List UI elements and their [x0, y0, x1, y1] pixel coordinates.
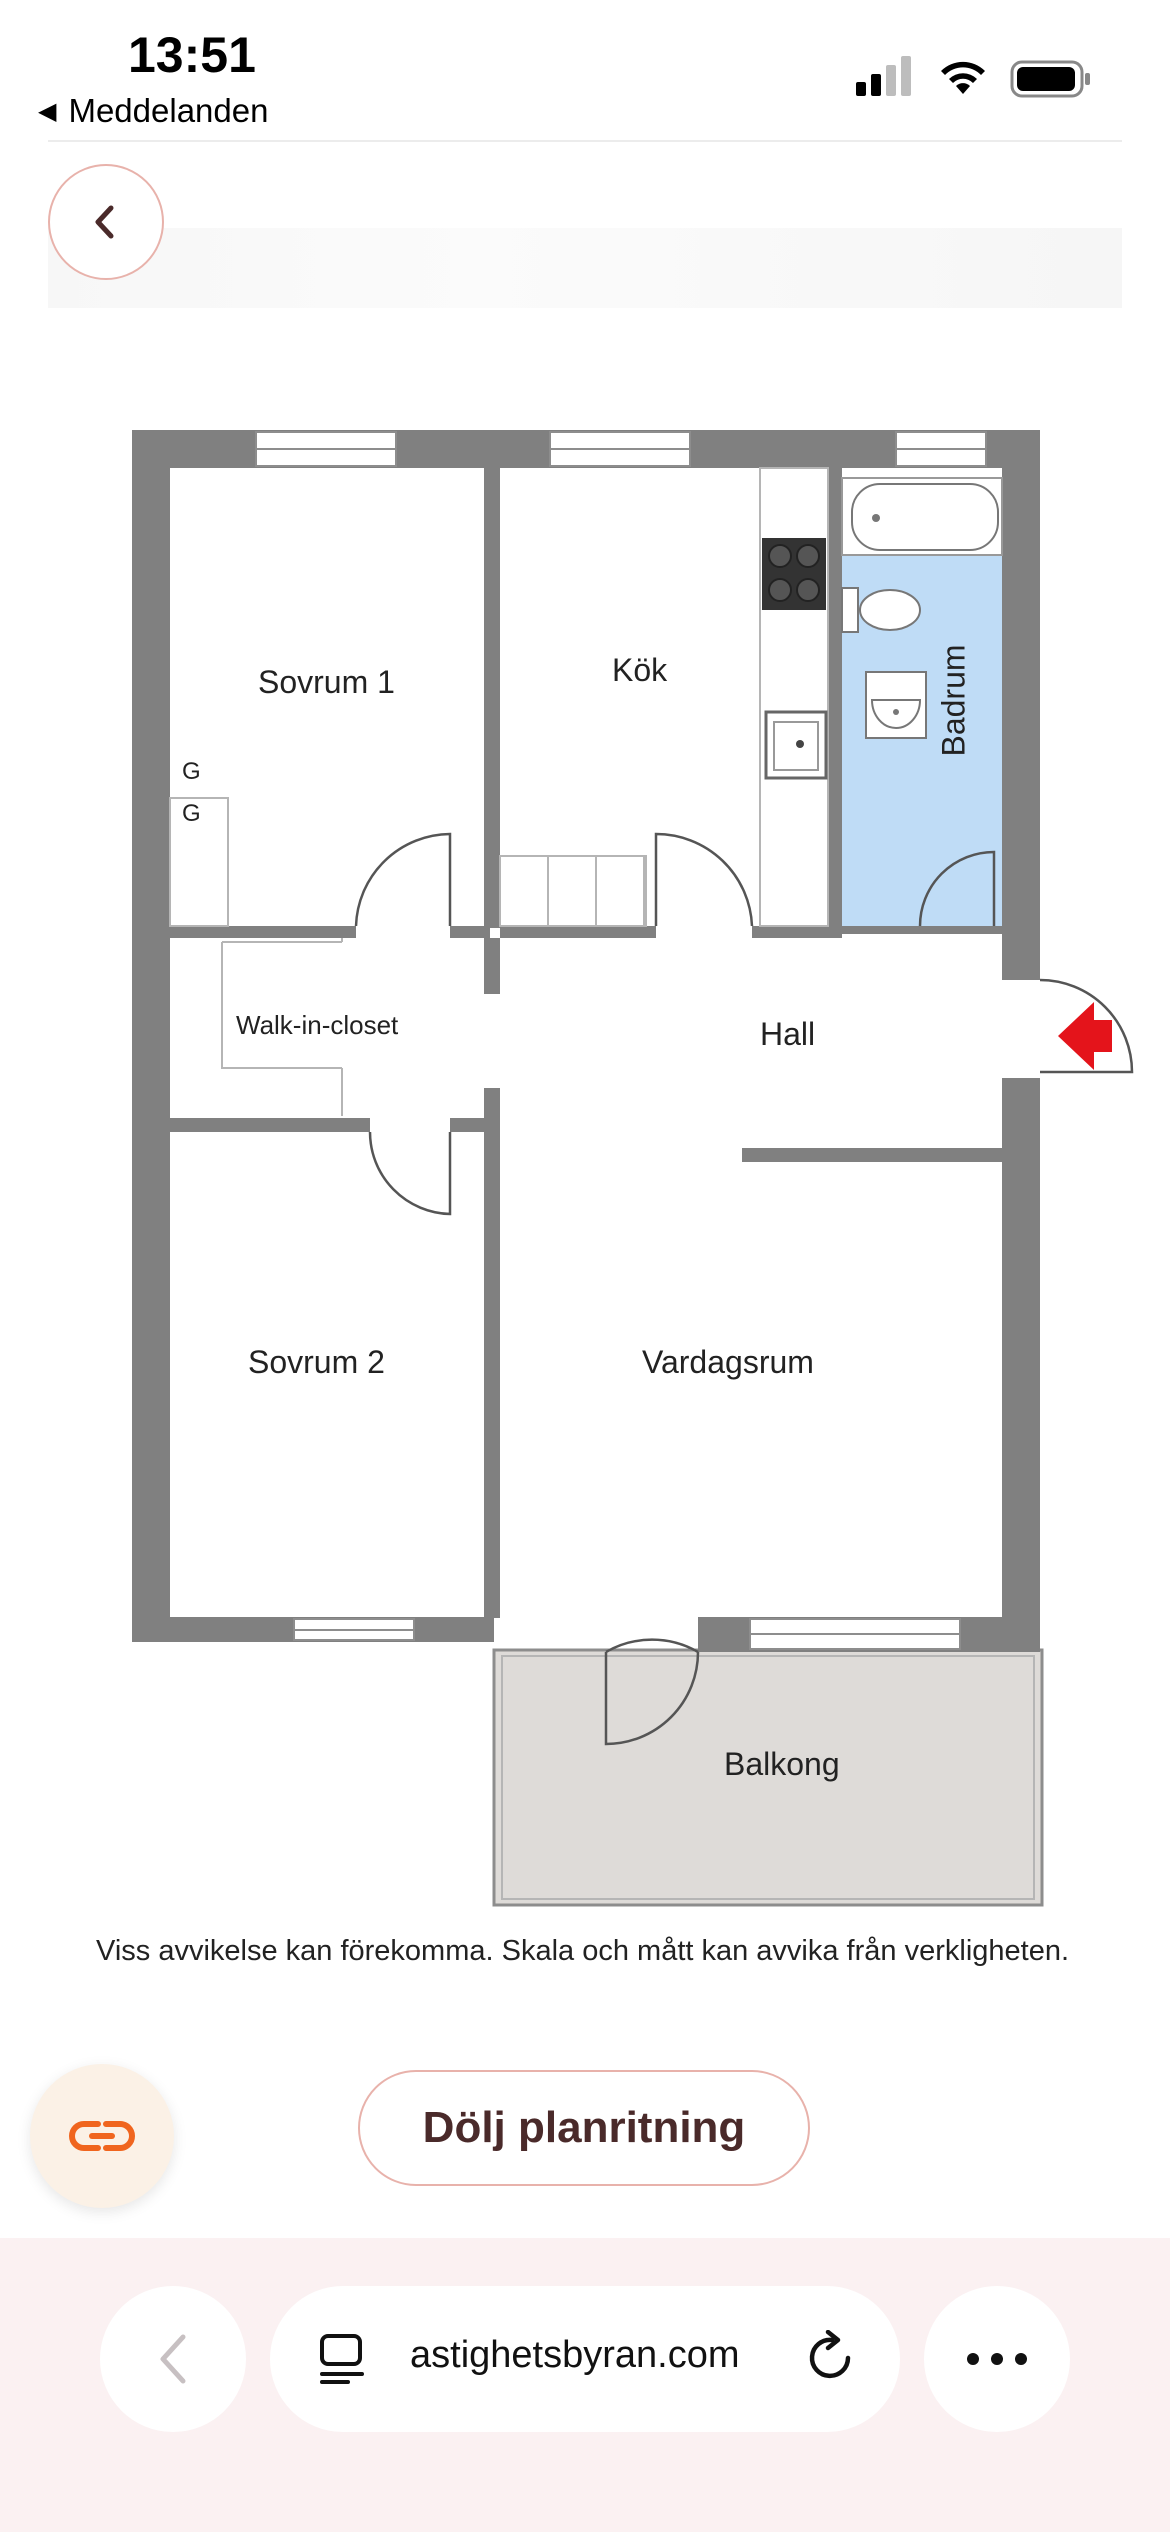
- floor-plan-drawing: [132, 430, 1134, 1907]
- room-vardagsrum: Vardagsrum: [642, 1344, 814, 1380]
- hide-floorplan-button[interactable]: Dölj planritning: [358, 2070, 810, 2186]
- reader-icon: [320, 2334, 364, 2384]
- browser-back-button[interactable]: [100, 2286, 246, 2432]
- room-walk-in-closet: Walk-in-closet: [236, 1010, 399, 1040]
- more-button[interactable]: [924, 2286, 1070, 2432]
- room-hall: Hall: [760, 1016, 816, 1052]
- status-time: 13:51: [128, 27, 256, 83]
- link-button[interactable]: [30, 2064, 174, 2208]
- entrance-arrow: [1058, 1002, 1112, 1070]
- kitchen-counter: [759, 467, 829, 927]
- wifi-icon: [941, 61, 985, 94]
- room-balkong: Balkong: [724, 1746, 840, 1782]
- more-icon: [967, 2353, 1027, 2365]
- back-button[interactable]: [48, 164, 164, 280]
- kitchen-shelves: [499, 855, 647, 927]
- room-sovrum-1: Sovrum 1: [258, 664, 395, 700]
- cellular-signal-icon: [856, 56, 911, 96]
- battery-icon: [1010, 60, 1090, 98]
- room-kok: Kök: [612, 652, 668, 688]
- url-text: astighetsbyran.com: [410, 2334, 740, 2376]
- entrance-opening: [1004, 982, 1040, 1076]
- link-icon: [69, 2121, 135, 2151]
- chevron-left-icon: [95, 205, 114, 239]
- room-sovrum-2: Sovrum 2: [248, 1344, 385, 1380]
- address-bar[interactable]: astighetsbyran.com: [270, 2286, 900, 2432]
- toilet: [841, 587, 859, 633]
- room-badrum: Badrum: [935, 644, 972, 757]
- wardrobe-mark-1: G: [182, 758, 201, 785]
- floor-plan: Sovrum 1 Kök Badrum G G Walk-in-closet H…: [0, 420, 1170, 1920]
- back-app-label: Meddelanden: [68, 92, 269, 129]
- reload-icon[interactable]: [804, 2330, 860, 2388]
- wardrobe-mark-2: G: [182, 800, 201, 827]
- back-to-app[interactable]: ◀ Meddelanden: [38, 92, 268, 130]
- image-top-fade: [48, 228, 1122, 308]
- status-divider: [48, 140, 1122, 142]
- floor-plan-disclaimer: Viss avvikelse kan förekomma. Skala och …: [96, 1935, 1070, 1967]
- back-triangle-icon: ◀: [38, 97, 57, 125]
- chevron-left-icon: [160, 2334, 186, 2384]
